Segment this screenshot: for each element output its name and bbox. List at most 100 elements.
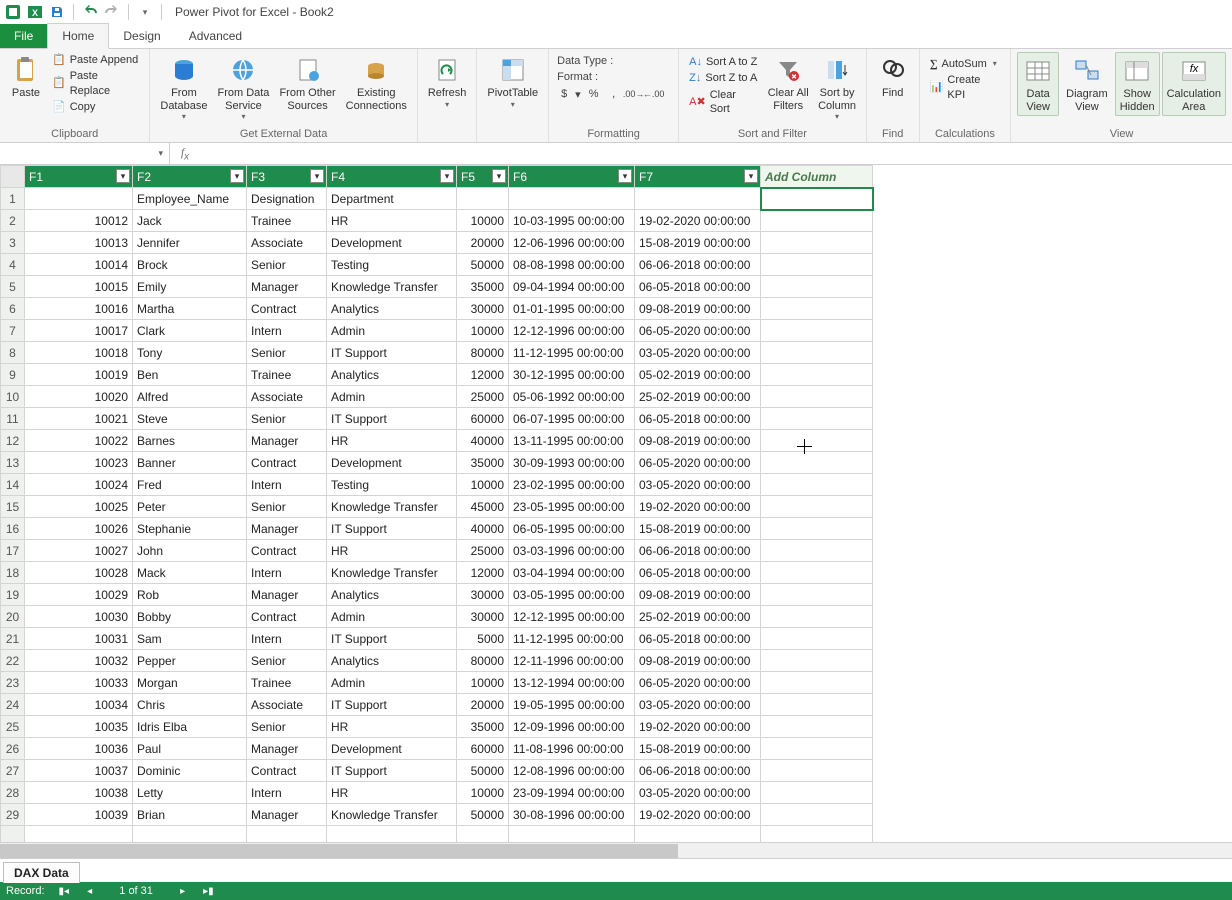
- cell[interactable]: Idris Elba: [133, 716, 247, 738]
- cell[interactable]: 23-05-1995 00:00:00: [509, 496, 635, 518]
- cell[interactable]: 12-06-1996 00:00:00: [509, 232, 635, 254]
- cell[interactable]: 19-02-2020 00:00:00: [635, 804, 761, 826]
- cell[interactable]: 30000: [457, 584, 509, 606]
- row-header[interactable]: 4: [1, 254, 25, 276]
- nav-next-icon[interactable]: ▸: [176, 886, 189, 897]
- cell[interactable]: Development: [327, 738, 457, 760]
- cell[interactable]: [761, 474, 873, 496]
- cell[interactable]: 35000: [457, 452, 509, 474]
- cell[interactable]: Barnes: [133, 430, 247, 452]
- cell[interactable]: Manager: [247, 430, 327, 452]
- cell[interactable]: Manager: [247, 518, 327, 540]
- cell[interactable]: 11-12-1995 00:00:00: [509, 628, 635, 650]
- cell[interactable]: Knowledge Transfer: [327, 562, 457, 584]
- cell[interactable]: 5000: [457, 628, 509, 650]
- cell[interactable]: Pepper: [133, 650, 247, 672]
- cell[interactable]: [761, 298, 873, 320]
- cell[interactable]: 09-08-2019 00:00:00: [635, 430, 761, 452]
- cell[interactable]: 25-02-2019 00:00:00: [635, 386, 761, 408]
- cell[interactable]: Senior: [247, 254, 327, 276]
- cell[interactable]: Senior: [247, 496, 327, 518]
- cell[interactable]: 03-05-1995 00:00:00: [509, 584, 635, 606]
- sheet-tab-dax-data[interactable]: DAX Data: [3, 862, 80, 883]
- diagram-view-button[interactable]: Diagram View: [1061, 52, 1113, 116]
- cell[interactable]: 80000: [457, 342, 509, 364]
- cell[interactable]: 19-05-1995 00:00:00: [509, 694, 635, 716]
- cell[interactable]: Testing: [327, 254, 457, 276]
- find-button[interactable]: Find: [873, 52, 913, 102]
- row-header[interactable]: 6: [1, 298, 25, 320]
- cell[interactable]: 09-08-2019 00:00:00: [635, 584, 761, 606]
- cell[interactable]: Development: [327, 452, 457, 474]
- cell[interactable]: 06-05-2018 00:00:00: [635, 408, 761, 430]
- cell[interactable]: IT Support: [327, 694, 457, 716]
- cell[interactable]: Associate: [247, 694, 327, 716]
- select-all-corner[interactable]: [1, 166, 25, 188]
- cell[interactable]: 30000: [457, 606, 509, 628]
- cell[interactable]: Alfred: [133, 386, 247, 408]
- cell[interactable]: [761, 804, 873, 826]
- cell[interactable]: Development: [327, 232, 457, 254]
- cell[interactable]: Brock: [133, 254, 247, 276]
- cell[interactable]: 06-05-1995 00:00:00: [509, 518, 635, 540]
- row-header[interactable]: 3: [1, 232, 25, 254]
- cell[interactable]: Manager: [247, 276, 327, 298]
- cell[interactable]: [761, 738, 873, 760]
- name-box[interactable]: ▾: [0, 143, 170, 164]
- cell[interactable]: Clark: [133, 320, 247, 342]
- row-header[interactable]: 24: [1, 694, 25, 716]
- cell[interactable]: Analytics: [327, 650, 457, 672]
- cell[interactable]: Department: [327, 188, 457, 210]
- cell[interactable]: 15-08-2019 00:00:00: [635, 518, 761, 540]
- row-header[interactable]: 22: [1, 650, 25, 672]
- cell[interactable]: [761, 694, 873, 716]
- cell[interactable]: Knowledge Transfer: [327, 276, 457, 298]
- cell[interactable]: [761, 254, 873, 276]
- cell[interactable]: 12000: [457, 364, 509, 386]
- row-header[interactable]: 1: [1, 188, 25, 210]
- formula-input[interactable]: [200, 143, 1232, 164]
- cell[interactable]: 50000: [457, 760, 509, 782]
- cell[interactable]: 19-02-2020 00:00:00: [635, 496, 761, 518]
- cell[interactable]: [761, 562, 873, 584]
- calculation-area-button[interactable]: fxCalculation Area: [1162, 52, 1226, 116]
- refresh-button[interactable]: Refresh▾: [424, 52, 471, 111]
- cell[interactable]: 03-05-2020 00:00:00: [635, 342, 761, 364]
- cell[interactable]: [25, 188, 133, 210]
- cell[interactable]: 10000: [457, 210, 509, 232]
- cell[interactable]: 10019: [25, 364, 133, 386]
- cell[interactable]: Senior: [247, 342, 327, 364]
- cell[interactable]: [761, 606, 873, 628]
- cell[interactable]: 12-11-1996 00:00:00: [509, 650, 635, 672]
- cell[interactable]: 03-05-2020 00:00:00: [635, 694, 761, 716]
- cell[interactable]: [761, 782, 873, 804]
- show-hidden-button[interactable]: Show Hidden: [1115, 52, 1160, 116]
- cell[interactable]: Admin: [327, 672, 457, 694]
- filter-button[interactable]: ▾: [744, 169, 758, 183]
- cell[interactable]: Associate: [247, 232, 327, 254]
- filter-button[interactable]: ▾: [230, 169, 244, 183]
- cell[interactable]: 25000: [457, 540, 509, 562]
- cell[interactable]: 12-09-1996 00:00:00: [509, 716, 635, 738]
- cell[interactable]: Knowledge Transfer: [327, 496, 457, 518]
- cell[interactable]: Senior: [247, 716, 327, 738]
- cell[interactable]: 30-08-1996 00:00:00: [509, 804, 635, 826]
- cell[interactable]: Intern: [247, 782, 327, 804]
- row-header[interactable]: 21: [1, 628, 25, 650]
- cell[interactable]: 10000: [457, 474, 509, 496]
- row-header[interactable]: 29: [1, 804, 25, 826]
- undo-icon[interactable]: [81, 3, 99, 21]
- cell[interactable]: 10028: [25, 562, 133, 584]
- cell[interactable]: 08-08-1998 00:00:00: [509, 254, 635, 276]
- cell[interactable]: [761, 210, 873, 232]
- cell[interactable]: 06-05-2020 00:00:00: [635, 320, 761, 342]
- cell[interactable]: [761, 650, 873, 672]
- cell[interactable]: 03-05-2020 00:00:00: [635, 782, 761, 804]
- tab-home[interactable]: Home: [47, 23, 109, 49]
- row-header[interactable]: 11: [1, 408, 25, 430]
- cell[interactable]: Intern: [247, 474, 327, 496]
- cell[interactable]: 10027: [25, 540, 133, 562]
- paste-replace-button[interactable]: 📋Paste Replace: [48, 68, 143, 99]
- cell[interactable]: Emily: [133, 276, 247, 298]
- paste-button[interactable]: Paste: [6, 52, 46, 102]
